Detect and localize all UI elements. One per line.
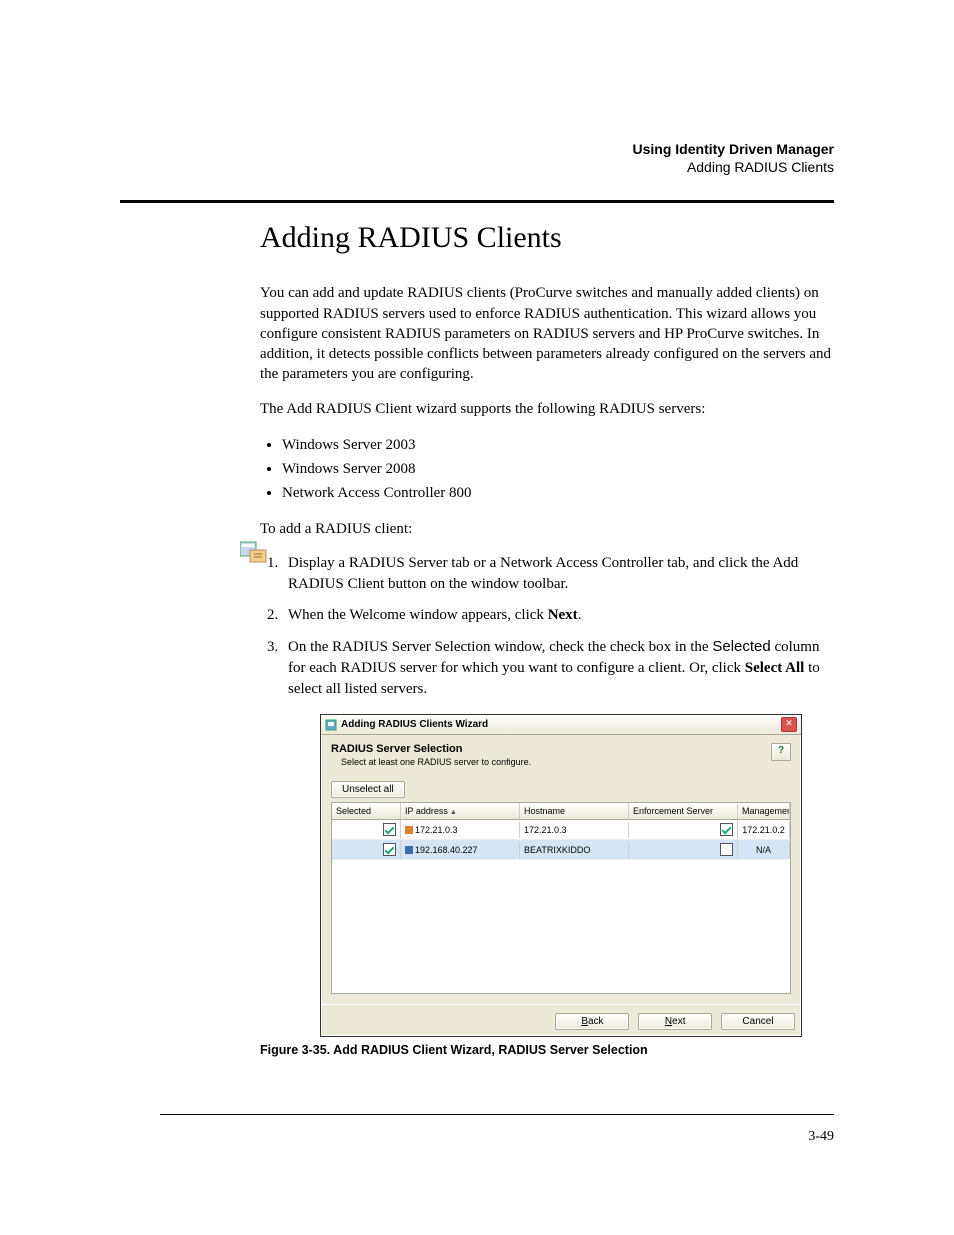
col-header-mgmt[interactable]: Management Serve...: [738, 803, 790, 819]
wizard-heading: RADIUS Server Selection: [331, 743, 531, 755]
row-enforcement-checkbox[interactable]: [720, 823, 733, 836]
step-bold: Select All: [745, 660, 805, 676]
supports-line: The Add RADIUS Client wizard supports th…: [260, 399, 834, 419]
server-icon: [405, 846, 413, 854]
cell-hostname: BEATRIXKIDDO: [520, 842, 629, 858]
footer-rule: [160, 1114, 834, 1115]
step-sans: Selected: [712, 638, 770, 655]
col-header-hostname[interactable]: Hostname: [520, 803, 629, 819]
row-enforcement-checkbox[interactable]: [720, 843, 733, 856]
cell-mgmt: N/A: [738, 842, 790, 858]
step-2: When the Welcome window appears, click N…: [282, 605, 834, 626]
step-text: When the Welcome window appears, click: [288, 607, 548, 623]
cell-hostname: 172.21.0.3: [520, 822, 629, 838]
figure-caption: Figure 3-35. Add RADIUS Client Wizard, R…: [260, 1043, 834, 1057]
next-button[interactable]: Next: [638, 1013, 712, 1030]
sort-indicator-icon: ▲: [450, 809, 457, 816]
col-header-ip[interactable]: IP address▲: [401, 803, 520, 819]
page-title: Adding RADIUS Clients: [260, 221, 834, 255]
server-grid: Selected IP address▲ Hostname Enforcemen…: [331, 802, 791, 994]
next-label: ext: [672, 1016, 685, 1027]
header-section: Adding RADIUS Clients: [120, 158, 834, 176]
wizard-title: Adding RADIUS Clients Wizard: [341, 719, 781, 730]
server-list: Windows Server 2003 Windows Server 2008 …: [282, 433, 834, 505]
wizard-footer: Back Next Cancel: [321, 1004, 801, 1036]
step-text: Display a RADIUS Server tab or a Network…: [288, 555, 798, 592]
grid-header: Selected IP address▲ Hostname Enforcemen…: [332, 803, 790, 820]
cell-mgmt: 172.21.0.2: [738, 822, 790, 838]
back-button[interactable]: Back: [555, 1013, 629, 1030]
row-selected-checkbox[interactable]: [383, 823, 396, 836]
row-selected-checkbox[interactable]: [383, 843, 396, 856]
cell-ip: 172.21.0.3: [415, 825, 458, 835]
back-label: ack: [588, 1016, 604, 1027]
step-1: Display a RADIUS Server tab or a Network…: [282, 553, 834, 595]
help-button[interactable]: ?: [771, 743, 791, 761]
margin-wizard-icon: [240, 540, 268, 564]
step-bold: Next: [548, 607, 578, 623]
step-text: .: [578, 607, 582, 623]
cancel-button[interactable]: Cancel: [721, 1013, 795, 1030]
step-text: On the RADIUS Server Selection window, c…: [288, 639, 712, 655]
wizard-titlebar: Adding RADIUS Clients Wizard ✕: [321, 715, 801, 735]
wizard-sub: Select at least one RADIUS server to con…: [341, 757, 531, 767]
table-row[interactable]: 172.21.0.3 172.21.0.3 172.21.0.2: [332, 820, 790, 840]
server-icon: [405, 826, 413, 834]
header-rule: [120, 200, 834, 203]
close-icon[interactable]: ✕: [781, 717, 797, 732]
list-item: Network Access Controller 800: [282, 481, 834, 505]
header-chapter: Using Identity Driven Manager: [120, 140, 834, 158]
table-row[interactable]: 192.168.40.227 BEATRIXKIDDO N/A: [332, 840, 790, 860]
col-header-enforcement[interactable]: Enforcement Server: [629, 803, 738, 819]
page-number: 3-49: [808, 1129, 834, 1145]
wizard-dialog: Adding RADIUS Clients Wizard ✕ RADIUS Se…: [320, 714, 802, 1037]
col-header-selected[interactable]: Selected: [332, 803, 401, 819]
list-item: Windows Server 2003: [282, 433, 834, 457]
wizard-window-icon: [325, 719, 337, 731]
running-header: Using Identity Driven Manager Adding RAD…: [120, 140, 834, 176]
to-add-line: To add a RADIUS client:: [260, 519, 834, 539]
intro-paragraph: You can add and update RADIUS clients (P…: [260, 283, 834, 384]
list-item: Windows Server 2008: [282, 457, 834, 481]
step-3: On the RADIUS Server Selection window, c…: [282, 636, 834, 700]
cell-ip: 192.168.40.227: [415, 845, 478, 855]
unselect-all-button[interactable]: Unselect all: [331, 781, 405, 798]
col-header-ip-label: IP address: [405, 806, 448, 816]
steps-list: Display a RADIUS Server tab or a Network…: [260, 553, 834, 700]
